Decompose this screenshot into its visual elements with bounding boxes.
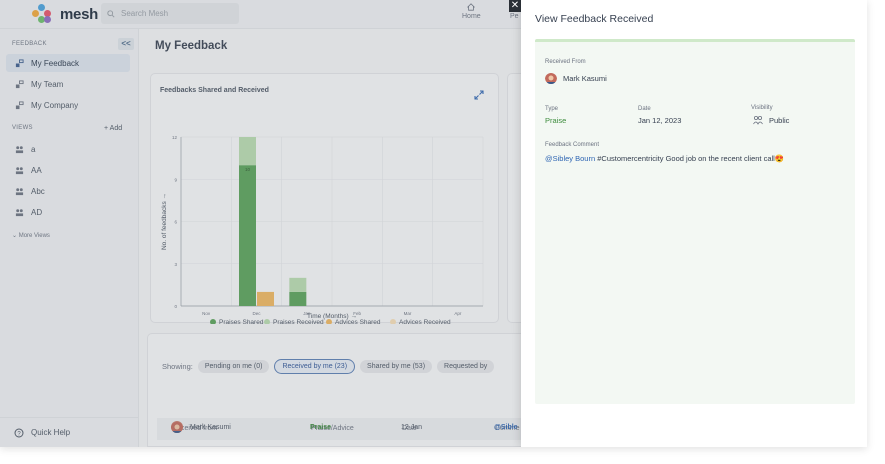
comment-hashtag[interactable]: #Customercentricity — [597, 154, 663, 163]
close-icon[interactable]: ✕ — [509, 0, 521, 12]
type-value: Praise — [545, 116, 567, 125]
type-label: Type — [545, 106, 559, 112]
date-value: Jan 12, 2023 — [638, 116, 682, 125]
public-icon — [753, 115, 763, 125]
visibility-value: Public — [769, 116, 790, 125]
received-from-label: Received From — [545, 59, 586, 65]
feedback-detail-panel: ✕ View Feedback Received Received From M… — [509, 0, 867, 447]
received-from-name: Mark Kasumi — [563, 74, 607, 83]
feedback-comment: @Sibley Bourn #Customercentricity Good j… — [545, 154, 784, 163]
visibility-label: Visibility — [751, 105, 773, 111]
panel-title: View Feedback Received — [535, 13, 654, 25]
comment-text: Good job on the recent client call — [663, 154, 775, 163]
heart-eyes-emoji: 😍 — [774, 154, 785, 163]
date-label: Date — [638, 106, 651, 112]
comment-label: Feedback Comment — [545, 142, 600, 148]
feedback-card: Received From Mark Kasumi Type Praise Da… — [535, 39, 855, 404]
avatar — [545, 72, 557, 84]
app-window: mesh Search Mesh Home Pe FEEDBACK << My … — [0, 0, 867, 447]
comment-mention[interactable]: @Sibley Bourn — [545, 154, 595, 163]
